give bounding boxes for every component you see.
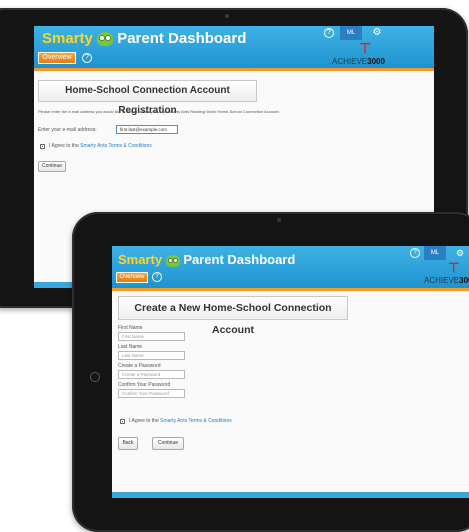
camera-icon xyxy=(225,14,229,18)
home-button-icon-front[interactable] xyxy=(90,372,100,382)
email-input[interactable]: first.last@example.com xyxy=(116,125,178,134)
create-password-label: Create a Password xyxy=(118,363,161,369)
language-button-front[interactable]: ML xyxy=(424,246,446,260)
page-heading-front: Create a New Home-School Connection Acco… xyxy=(118,296,348,336)
achieve-t-icon-front: ⊤ xyxy=(448,260,460,275)
continue-button[interactable]: Continue xyxy=(38,161,66,172)
help-icon-front[interactable]: ? xyxy=(152,272,162,282)
page-heading: Home-School Connection Account Registrat… xyxy=(38,80,257,116)
gear-icon[interactable]: ⚙ xyxy=(369,26,385,40)
back-button[interactable]: Back xyxy=(118,437,138,450)
terms-link-front[interactable]: Smarty Ants Terms & Conditions xyxy=(160,418,232,424)
achieve3000-logo-front: ACHIEVE3000 xyxy=(424,276,469,285)
terms-checkbox-front[interactable] xyxy=(120,419,125,424)
header-divider xyxy=(34,68,434,71)
tab-overview-front[interactable]: Overview xyxy=(116,272,148,283)
achieve3000-logo: ACHIEVE3000 xyxy=(332,57,385,66)
dashboard-title-front: Parent Dashboard xyxy=(183,252,296,267)
create-password-input[interactable]: Create a Password xyxy=(118,370,185,379)
language-button[interactable]: ML xyxy=(340,26,362,40)
help-icon[interactable]: ? xyxy=(82,53,92,63)
tablet-front: Smarty Parent Dashboard Overview ? ? ML … xyxy=(72,212,469,532)
terms-link[interactable]: Smarty Ants Terms & Conditions xyxy=(80,143,152,149)
continue-button-front[interactable]: Continue xyxy=(152,437,184,450)
brand-logo: Smarty Parent Dashboard xyxy=(42,30,246,47)
owl-logo-icon-front xyxy=(165,254,180,267)
first-name-input[interactable]: First Name xyxy=(118,332,185,341)
instruction-text: Please enter the e-mail address you woul… xyxy=(38,109,280,114)
last-name-input[interactable]: Last Name xyxy=(118,351,185,360)
screen-create-account: Smarty Parent Dashboard Overview ? ? ML … xyxy=(112,246,469,498)
help-icon-top[interactable]: ? xyxy=(324,28,334,38)
app-header: Smarty Parent Dashboard Overview ? ? ML … xyxy=(34,26,434,68)
header-divider-front xyxy=(112,288,469,291)
camera-icon-front xyxy=(277,218,281,222)
tab-overview[interactable]: Overview xyxy=(38,52,76,64)
terms-label: I Agree to the Smarty Ants Terms & Condi… xyxy=(49,143,152,149)
first-name-label: First Name xyxy=(118,325,143,331)
help-icon-top-front[interactable]: ? xyxy=(410,248,420,258)
owl-logo-icon xyxy=(97,32,114,47)
footer-bar-front xyxy=(112,492,469,498)
brand-logo-front: Smarty Parent Dashboard xyxy=(118,252,295,267)
confirm-password-input[interactable]: Confirm Your Password xyxy=(118,389,185,398)
brand-smarty-front: Smarty xyxy=(118,252,163,267)
dashboard-title: Parent Dashboard xyxy=(117,30,247,47)
gear-icon-front[interactable]: ⚙ xyxy=(452,246,468,260)
brand-smarty: Smarty xyxy=(42,30,93,47)
last-name-label: Last Name xyxy=(118,344,143,350)
app-header-front: Smarty Parent Dashboard Overview ? ? ML … xyxy=(112,246,469,288)
terms-label-front: I Agree to the Smarty Ants Terms & Condi… xyxy=(129,418,232,424)
email-label: Enter your e-mail address: xyxy=(38,127,97,133)
terms-checkbox[interactable] xyxy=(40,144,45,149)
confirm-password-label: Confirm Your Password xyxy=(118,382,171,388)
achieve-t-icon: ⊤ xyxy=(359,40,372,56)
